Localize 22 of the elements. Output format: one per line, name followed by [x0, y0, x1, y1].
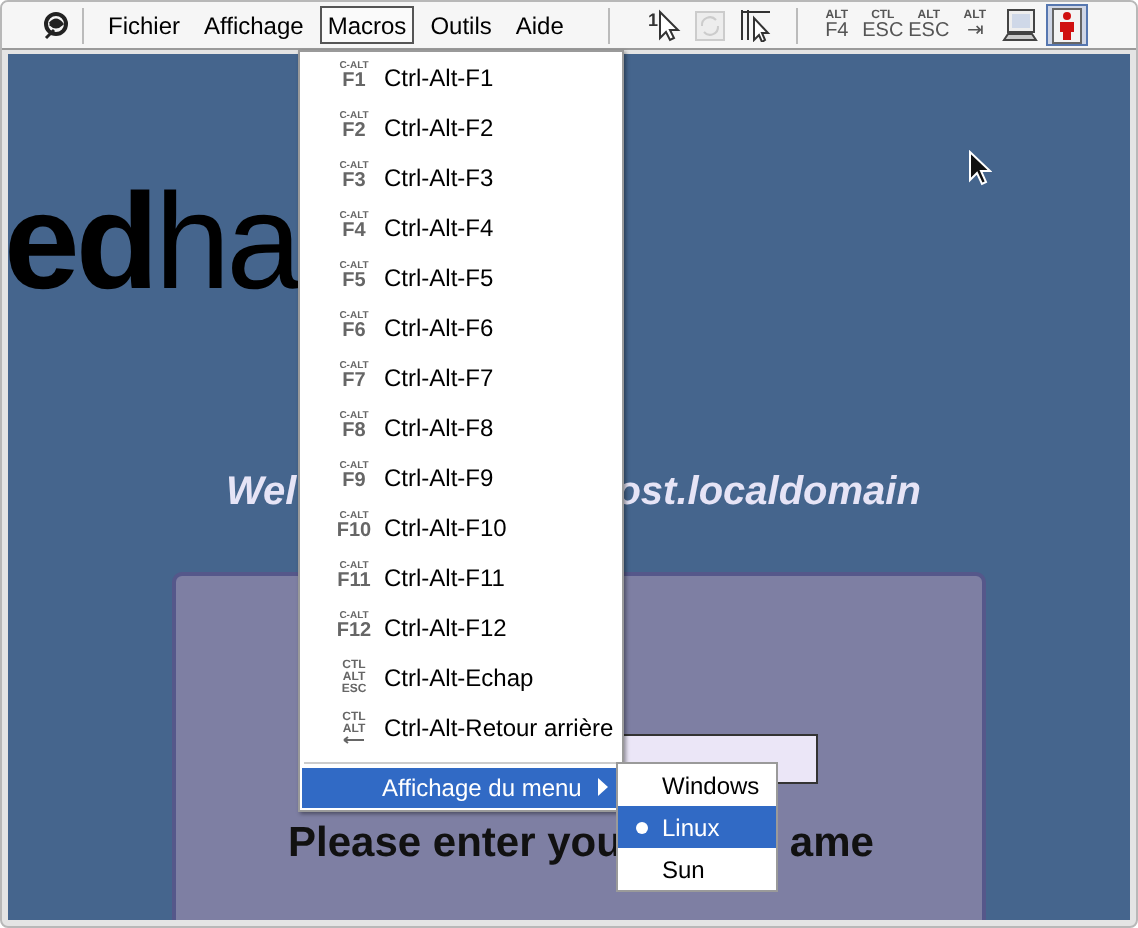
menu-title[interactable]: Macros [319, 6, 415, 44]
prompt-text: ame [789, 820, 874, 868]
menu-title[interactable]: Affichage [196, 6, 312, 44]
submenu-option[interactable]: Sun [618, 848, 776, 890]
pointer-icon [738, 8, 775, 42]
submenu-arrow-icon [598, 778, 608, 796]
refresh-icon [694, 9, 727, 41]
person-icon [1051, 7, 1082, 43]
submenu-option[interactable]: Linux [618, 806, 776, 848]
radio-dot-icon [636, 822, 648, 834]
toolbar-button[interactable] [999, 4, 1042, 46]
computer-icon [1002, 7, 1039, 43]
welcome-text: ost.localdomain [616, 470, 921, 516]
menu-title[interactable]: Aide [507, 6, 572, 44]
menu-title[interactable]: Outils [422, 6, 500, 44]
menu-item[interactable]: Affichage du menu [302, 768, 620, 808]
welcome-text: Wel [226, 470, 297, 516]
logo-text: edha [8, 174, 298, 314]
submenu-option[interactable]: Windows [618, 764, 776, 806]
menu-title[interactable]: Fichier [100, 6, 189, 44]
mouse-pointer-icon [968, 150, 992, 186]
app-logo-icon[interactable] [42, 11, 70, 39]
